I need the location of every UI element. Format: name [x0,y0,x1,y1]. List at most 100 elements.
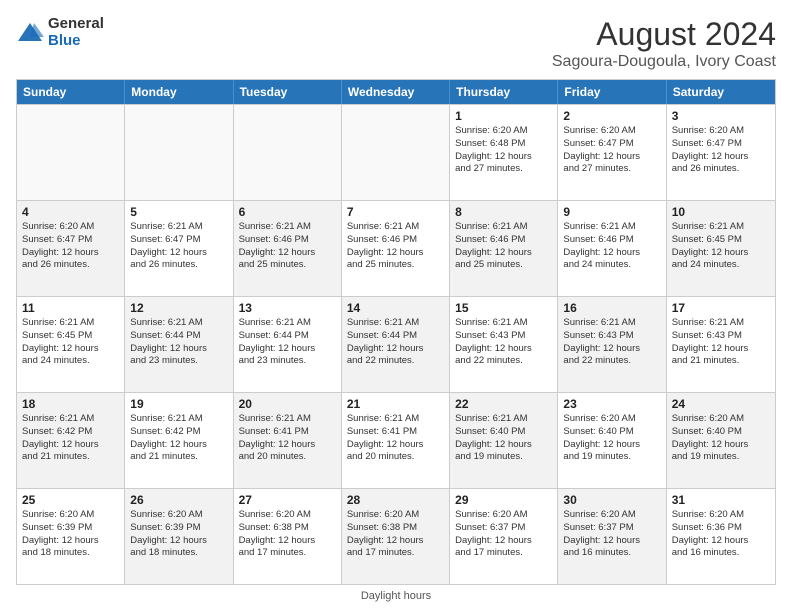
day-number-4-2: 27 [239,493,336,507]
day-info-4-3: Sunrise: 6:20 AM Sunset: 6:38 PM Dayligh… [347,509,444,560]
day-info-1-0: Sunrise: 6:20 AM Sunset: 6:47 PM Dayligh… [22,221,119,272]
day-number-2-0: 11 [22,301,119,315]
day-info-1-3: Sunrise: 6:21 AM Sunset: 6:46 PM Dayligh… [347,221,444,272]
day-info-4-0: Sunrise: 6:20 AM Sunset: 6:39 PM Dayligh… [22,509,119,560]
header-friday: Friday [558,80,666,104]
cal-cell-0-5: 2 Sunrise: 6:20 AM Sunset: 6:47 PM Daylig… [558,105,666,200]
cal-cell-0-3 [342,105,450,200]
logo-text: General Blue [48,16,104,49]
cal-cell-0-6: 3 Sunrise: 6:20 AM Sunset: 6:47 PM Daylig… [667,105,775,200]
day-number-3-4: 22 [455,397,552,411]
cal-row-0: 1Sunrise: 6:20 AM Sunset: 6:48 PM Daylig… [17,104,775,200]
cal-cell-3-3: 21 Sunrise: 6:21 AM Sunset: 6:41 PM Dayli… [342,393,450,488]
day-info-0-5: Sunrise: 6:20 AM Sunset: 6:47 PM Dayligh… [563,125,660,176]
day-number-4-5: 30 [563,493,660,507]
header: General Blue August 2024 Sagoura-Dougoul… [16,16,776,71]
day-number-3-5: 23 [563,397,660,411]
day-number-1-3: 7 [347,205,444,219]
day-info-2-3: Sunrise: 6:21 AM Sunset: 6:44 PM Dayligh… [347,317,444,368]
day-number-3-1: 19 [130,397,227,411]
day-number-3-3: 21 [347,397,444,411]
day-number-1-1: 5 [130,205,227,219]
day-number-2-2: 13 [239,301,336,315]
logo-blue-text: Blue [48,33,104,50]
day-info-2-2: Sunrise: 6:21 AM Sunset: 6:44 PM Dayligh… [239,317,336,368]
day-info-3-3: Sunrise: 6:21 AM Sunset: 6:41 PM Dayligh… [347,413,444,464]
day-info-3-6: Sunrise: 6:20 AM Sunset: 6:40 PM Dayligh… [672,413,770,464]
footer-note: Daylight hours [16,590,776,602]
title-section: August 2024 Sagoura-Dougoula, Ivory Coas… [552,16,776,71]
cal-row-1: 4Sunrise: 6:20 AM Sunset: 6:47 PM Daylig… [17,200,775,296]
cal-cell-4-3: 28 Sunrise: 6:20 AM Sunset: 6:38 PM Dayli… [342,489,450,584]
cal-cell-1-3: 7 Sunrise: 6:21 AM Sunset: 6:46 PM Daylig… [342,201,450,296]
day-info-4-4: Sunrise: 6:20 AM Sunset: 6:37 PM Dayligh… [455,509,552,560]
header-sunday: Sunday [17,80,125,104]
cal-cell-4-1: 26 Sunrise: 6:20 AM Sunset: 6:39 PM Dayli… [125,489,233,584]
cal-cell-4-2: 27 Sunrise: 6:20 AM Sunset: 6:38 PM Dayli… [234,489,342,584]
day-number-1-2: 6 [239,205,336,219]
cal-cell-2-3: 14 Sunrise: 6:21 AM Sunset: 6:44 PM Dayli… [342,297,450,392]
cal-cell-1-2: 6 Sunrise: 6:21 AM Sunset: 6:46 PM Daylig… [234,201,342,296]
header-monday: Monday [125,80,233,104]
day-number-3-6: 24 [672,397,770,411]
cal-cell-2-5: 16 Sunrise: 6:21 AM Sunset: 6:43 PM Dayli… [558,297,666,392]
day-info-4-1: Sunrise: 6:20 AM Sunset: 6:39 PM Dayligh… [130,509,227,560]
day-number-2-3: 14 [347,301,444,315]
cal-cell-3-6: 24 Sunrise: 6:20 AM Sunset: 6:40 PM Dayli… [667,393,775,488]
cal-row-2: 11 Sunrise: 6:21 AM Sunset: 6:45 PM Dayli… [17,296,775,392]
month-title: August 2024 [552,16,776,53]
day-info-3-5: Sunrise: 6:20 AM Sunset: 6:40 PM Dayligh… [563,413,660,464]
cal-cell-3-2: 20Sunrise: 6:21 AM Sunset: 6:41 PM Dayli… [234,393,342,488]
day-number-1-5: 9 [563,205,660,219]
cal-cell-0-4: 1Sunrise: 6:20 AM Sunset: 6:48 PM Daylig… [450,105,558,200]
cal-cell-1-0: 4Sunrise: 6:20 AM Sunset: 6:47 PM Daylig… [17,201,125,296]
day-info-2-5: Sunrise: 6:21 AM Sunset: 6:43 PM Dayligh… [563,317,660,368]
day-info-2-1: Sunrise: 6:21 AM Sunset: 6:44 PM Dayligh… [130,317,227,368]
day-info-2-4: Sunrise: 6:21 AM Sunset: 6:43 PM Dayligh… [455,317,552,368]
header-tuesday: Tuesday [234,80,342,104]
cal-cell-4-4: 29Sunrise: 6:20 AM Sunset: 6:37 PM Dayli… [450,489,558,584]
day-number-4-3: 28 [347,493,444,507]
day-info-0-6: Sunrise: 6:20 AM Sunset: 6:47 PM Dayligh… [672,125,770,176]
day-number-0-5: 2 [563,109,660,123]
day-info-3-0: Sunrise: 6:21 AM Sunset: 6:42 PM Dayligh… [22,413,119,464]
location-title: Sagoura-Dougoula, Ivory Coast [552,53,776,71]
day-info-1-4: Sunrise: 6:21 AM Sunset: 6:46 PM Dayligh… [455,221,552,272]
page: General Blue August 2024 Sagoura-Dougoul… [0,0,792,612]
cal-cell-2-2: 13 Sunrise: 6:21 AM Sunset: 6:44 PM Dayli… [234,297,342,392]
cal-cell-1-4: 8 Sunrise: 6:21 AM Sunset: 6:46 PM Daylig… [450,201,558,296]
day-info-2-0: Sunrise: 6:21 AM Sunset: 6:45 PM Dayligh… [22,317,119,368]
day-number-3-2: 20 [239,397,336,411]
calendar-header: Sunday Monday Tuesday Wednesday Thursday… [17,80,775,104]
day-number-1-6: 10 [672,205,770,219]
day-info-1-2: Sunrise: 6:21 AM Sunset: 6:46 PM Dayligh… [239,221,336,272]
logo: General Blue [16,16,104,49]
footer-text: Daylight hours [361,590,431,602]
cal-cell-2-1: 12 Sunrise: 6:21 AM Sunset: 6:44 PM Dayli… [125,297,233,392]
header-saturday: Saturday [667,80,775,104]
day-number-0-6: 3 [672,109,770,123]
day-info-2-6: Sunrise: 6:21 AM Sunset: 6:43 PM Dayligh… [672,317,770,368]
header-wednesday: Wednesday [342,80,450,104]
day-info-4-2: Sunrise: 6:20 AM Sunset: 6:38 PM Dayligh… [239,509,336,560]
day-number-1-4: 8 [455,205,552,219]
cal-cell-0-2 [234,105,342,200]
day-info-3-4: Sunrise: 6:21 AM Sunset: 6:40 PM Dayligh… [455,413,552,464]
day-info-1-6: Sunrise: 6:21 AM Sunset: 6:45 PM Dayligh… [672,221,770,272]
day-info-1-5: Sunrise: 6:21 AM Sunset: 6:46 PM Dayligh… [563,221,660,272]
cal-cell-3-4: 22 Sunrise: 6:21 AM Sunset: 6:40 PM Dayli… [450,393,558,488]
calendar-body: 1Sunrise: 6:20 AM Sunset: 6:48 PM Daylig… [17,104,775,584]
day-number-2-4: 15 [455,301,552,315]
cal-cell-2-6: 17Sunrise: 6:21 AM Sunset: 6:43 PM Dayli… [667,297,775,392]
cal-cell-0-1 [125,105,233,200]
cal-cell-3-0: 18 Sunrise: 6:21 AM Sunset: 6:42 PM Dayli… [17,393,125,488]
day-info-0-4: Sunrise: 6:20 AM Sunset: 6:48 PM Dayligh… [455,125,552,176]
day-number-3-0: 18 [22,397,119,411]
day-info-4-6: Sunrise: 6:20 AM Sunset: 6:36 PM Dayligh… [672,509,770,560]
day-info-3-1: Sunrise: 6:21 AM Sunset: 6:42 PM Dayligh… [130,413,227,464]
day-number-2-5: 16 [563,301,660,315]
day-number-4-1: 26 [130,493,227,507]
day-info-4-5: Sunrise: 6:20 AM Sunset: 6:37 PM Dayligh… [563,509,660,560]
day-number-2-1: 12 [130,301,227,315]
logo-icon [16,19,44,47]
